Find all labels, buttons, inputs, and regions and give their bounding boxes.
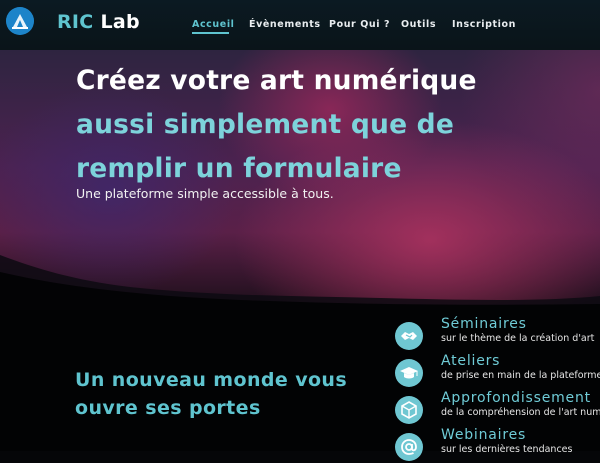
hero-title-line-3: remplir un formulaire	[76, 153, 402, 184]
feature-ateliers[interactable]: Ateliers de prise en main de la platefor…	[395, 353, 600, 389]
top-navigation-bar: RIC Lab Accueil Évènements Pour Qui ? Ou…	[0, 0, 600, 50]
at-sign-icon	[395, 433, 423, 461]
section-title-line-2: ouvre ses portes	[75, 397, 261, 419]
feature-description: sur le thème de la création d'art	[441, 333, 595, 344]
feature-approfondissement[interactable]: Approfondissement de la compréhension de…	[395, 390, 600, 426]
feature-title: Webinaires	[441, 427, 527, 443]
feature-seminaires[interactable]: Séminaires sur le thème de la création d…	[395, 316, 600, 352]
feature-webinaires[interactable]: Webinaires sur les dernières tendances	[395, 427, 600, 463]
brand-lab: Lab	[93, 11, 140, 33]
features-section: Un nouveau monde vous ouvre ses portes S…	[0, 310, 600, 461]
hero-subtitle: Une plateforme simple accessible à tous.	[76, 186, 334, 201]
graduation-cap-icon	[395, 359, 423, 387]
ric-lab-logo-icon[interactable]	[6, 7, 34, 35]
feature-title: Séminaires	[441, 316, 527, 332]
feature-description: de prise en main de la plateforme	[441, 370, 600, 381]
brand-name[interactable]: RIC Lab	[57, 11, 140, 33]
feature-title: Ateliers	[441, 353, 501, 369]
hero-title-line-2: aussi simplement que de	[76, 109, 455, 140]
nav-item-pour-qui[interactable]: Pour Qui ?	[329, 19, 390, 30]
nav-item-outils[interactable]: Outils	[401, 19, 436, 30]
section-title: Un nouveau monde vous ouvre ses portes	[75, 366, 347, 422]
hero-banner: Créez votre art numérique aussi simpleme…	[0, 50, 600, 310]
cube-icon	[395, 396, 423, 424]
nav-item-evenements[interactable]: Évènements	[249, 19, 321, 30]
brand-ric: RIC	[57, 11, 94, 33]
feature-description: de la compréhension de l'art num	[441, 407, 600, 418]
nav-item-accueil[interactable]: Accueil	[192, 19, 235, 30]
hero-title: Créez votre art numérique aussi simpleme…	[76, 59, 477, 191]
active-nav-underline	[192, 32, 229, 34]
nav-item-inscription[interactable]: Inscription	[452, 19, 516, 30]
section-title-line-1: Un nouveau monde vous	[75, 369, 348, 391]
handshake-icon	[395, 322, 423, 350]
feature-title: Approfondissement	[441, 390, 591, 406]
feature-description: sur les dernières tendances	[441, 444, 573, 455]
hero-title-line-1: Créez votre art numérique	[76, 65, 477, 96]
